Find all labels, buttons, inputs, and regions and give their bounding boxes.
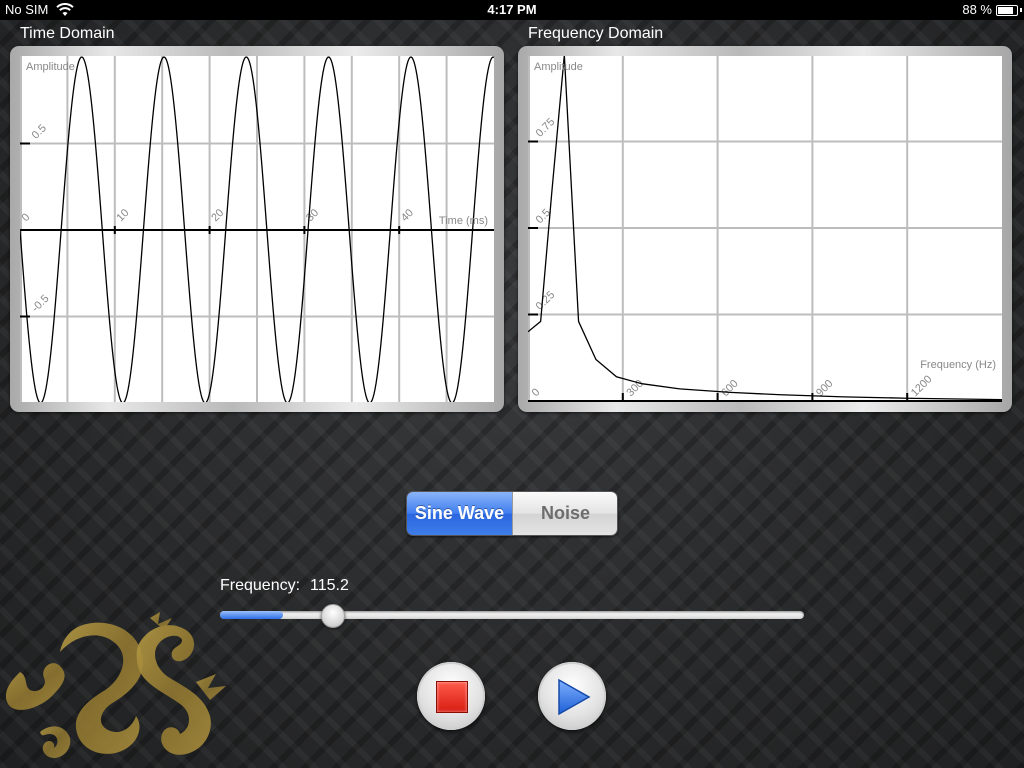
time-x-tick-label: 30: [304, 207, 321, 224]
frequency-y-axis-label: Amplitude: [534, 61, 583, 73]
frequency-ticks: 0 300 600 900 12000.750.50.25: [528, 116, 935, 401]
frequency-grid: [528, 56, 1002, 402]
time-y-axis-label: Amplitude: [26, 61, 75, 73]
status-bar: No SIM 4:17 PM 88 %: [0, 0, 1024, 20]
frequency-y-tick-label: 0.75: [534, 116, 558, 140]
dragon-logo: [5, 612, 226, 758]
time-x-tick-label: 10: [114, 207, 131, 224]
mode-segmented-control[interactable]: Sine Wave Noise: [406, 491, 618, 536]
battery-icon: [996, 5, 1018, 16]
stop-icon: [436, 681, 468, 713]
frequency-slider-track[interactable]: [220, 611, 804, 619]
time-y-tick-label: -0.5: [30, 293, 52, 315]
stop-button[interactable]: [417, 662, 485, 730]
battery-tip: [1020, 8, 1022, 12]
time-domain-panel: 0 10 20 30 40 0.5 -0.5 Amplitude Time (ms): [10, 46, 504, 412]
frequency-x-tick-label: 600: [719, 378, 740, 399]
sine-wave-segment[interactable]: Sine Wave: [407, 492, 512, 535]
frequency-label: Frequency:: [220, 577, 301, 594]
frequency-y-tick-label: 0.25: [534, 289, 558, 313]
frequency-value: 115.2: [310, 577, 349, 594]
clock: 4:17 PM: [487, 2, 537, 17]
frequency-domain-panel: 0 300 600 900 1200 0.75 0.5 0.25 Amplitude Freq…: [518, 46, 1012, 412]
time-ticks: 0 10 20 30 400.5-0.5: [20, 122, 416, 318]
time-x-tick-label: 20: [209, 207, 226, 224]
frequency-readout: Frequency: 115.2: [220, 577, 349, 595]
noise-segment[interactable]: Noise: [512, 492, 617, 535]
frequency-x-tick-label: 300: [624, 378, 645, 399]
frequency-x-tick-label: 1200: [909, 373, 935, 399]
battery-percent: 88 %: [962, 2, 992, 17]
time-y-tick-label: 0.5: [30, 122, 49, 141]
frequency-x-tick-label: 0: [530, 386, 543, 399]
frequency-domain-title: Frequency Domain: [528, 25, 664, 42]
play-button[interactable]: [538, 662, 606, 730]
frequency-domain-plot[interactable]: 0 300 600 900 12000.750.50.25 Amplitude Freq…: [528, 56, 1002, 402]
time-x-axis-label: Time (ms): [439, 215, 488, 227]
time-x-tick-label: 40: [399, 207, 416, 224]
time-domain-plot[interactable]: 0 10 20 30 400.5-0.5 Amplitude Time (ms): [20, 56, 494, 402]
play-icon: [558, 678, 591, 716]
frequency-x-axis-label: Frequency (Hz): [920, 359, 996, 371]
frequency-slider-thumb[interactable]: [321, 604, 345, 628]
battery-level: [998, 7, 1013, 14]
time-domain-title: Time Domain: [20, 25, 115, 42]
